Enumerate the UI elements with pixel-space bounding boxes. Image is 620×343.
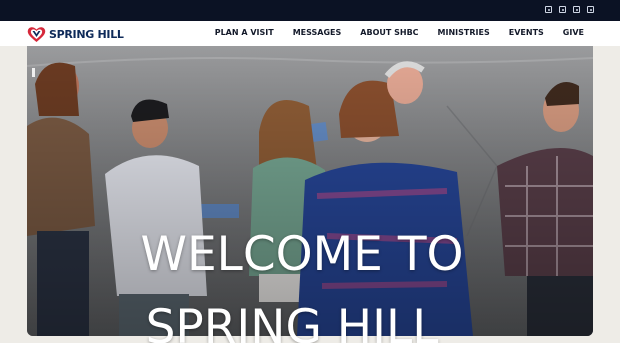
hero-image [27,46,593,336]
nav-ministries[interactable]: MINISTRIES [438,28,490,37]
heart-logo-icon [27,26,46,42]
carousel-indicator[interactable] [32,68,35,77]
hero-photo-illustration [27,46,593,336]
main-header: SPRING HILL PLAN A VISIT MESSAGES ABOUT … [0,21,620,46]
podcast-icon[interactable] [587,6,594,13]
nav-about-shbc[interactable]: ABOUT SHBC [360,28,418,37]
hero-heading-line-2: SPRING HILL [145,300,439,343]
primary-nav: PLAN A VISIT MESSAGES ABOUT SHBC MINISTR… [215,28,584,37]
nav-events[interactable]: EVENTS [509,28,544,37]
top-utility-bar [0,0,620,21]
youtube-icon[interactable] [573,6,580,13]
nav-plan-a-visit[interactable]: PLAN A VISIT [215,28,274,37]
site-logo[interactable]: SPRING HILL [27,25,124,43]
instagram-icon[interactable] [559,6,566,13]
nav-give[interactable]: GIVE [563,28,584,37]
hero-heading-line-1: WELCOME TO [140,227,464,282]
facebook-icon[interactable] [545,6,552,13]
logo-text: SPRING HILL [49,27,124,41]
nav-messages[interactable]: MESSAGES [293,28,342,37]
social-links [545,6,594,13]
